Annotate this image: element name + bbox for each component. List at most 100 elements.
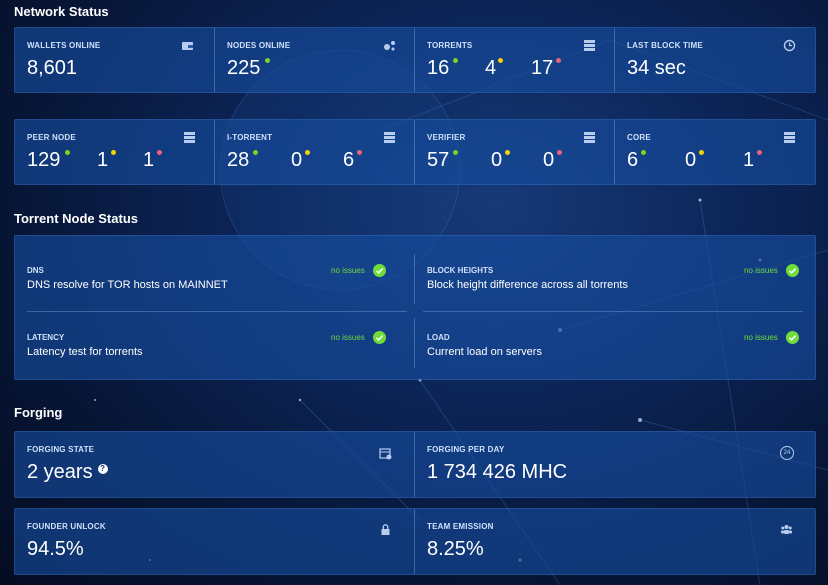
dns-status-text: no issues — [331, 266, 365, 275]
team-emission-card: TEAM EMISSION 8.25% — [414, 509, 815, 574]
founder-unlock-label: FOUNDER UNLOCK — [27, 522, 106, 531]
torrent-node-status-title: Torrent Node Status — [14, 211, 138, 226]
network-stats-panel: WALLETS ONLINE 8,601 NODES ONLINE 225 TO… — [14, 27, 816, 93]
core-red-value: 1 — [743, 149, 755, 171]
server-icon — [584, 132, 595, 143]
founder-unlock-value: 94.5% — [27, 538, 84, 560]
wallets-online-card: WALLETS ONLINE 8,601 — [15, 28, 214, 92]
green-dot-icon — [265, 58, 270, 63]
torrents-green-value: 16 — [427, 57, 450, 79]
latency-description: Latency test for torrents — [27, 346, 143, 358]
last-block-card: LAST BLOCK TIME 34 sec — [614, 28, 815, 92]
forging-per-day-value: 1 734 426 MHC — [427, 461, 568, 483]
forging-panel: FORGING STATE 2 years? FORGING PER DAY 1… — [14, 431, 816, 498]
itorrent-green-value: 28 — [227, 149, 250, 171]
i-torrent-card: I-TORRENT 28 0 6 — [214, 120, 415, 184]
load-label: LOAD — [427, 333, 450, 342]
i-torrent-label: I-TORRENT — [227, 133, 273, 142]
torrents-card: TORRENTS 16 4 17 — [414, 28, 615, 92]
torrents-label: TORRENTS — [427, 41, 473, 50]
team-emission-label: TEAM EMISSION — [427, 522, 494, 531]
founder-unlock-card: FOUNDER UNLOCK 94.5% — [15, 509, 414, 574]
green-dot-icon — [453, 58, 458, 63]
node-types-panel: PEER NODE 129 1 1 I-TORRENT 28 0 6 VERIF… — [14, 119, 816, 185]
block-heights-description: Block height difference across all torre… — [427, 279, 628, 291]
calendar-icon — [379, 448, 392, 460]
red-dot-icon — [757, 150, 762, 155]
torrents-yellow-value: 4 — [485, 57, 497, 79]
check-circle-icon — [786, 331, 799, 344]
server-icon — [384, 132, 395, 143]
wallets-online-label: WALLETS ONLINE — [27, 41, 101, 50]
itorrent-yellow-value: 0 — [291, 149, 303, 171]
verifier-red-value: 0 — [543, 149, 555, 171]
divider — [414, 318, 415, 368]
24-hours-icon: 24 — [780, 446, 794, 460]
torrent-status-panel: DNS DNS resolve for TOR hosts on MAINNET… — [14, 235, 816, 380]
dns-description: DNS resolve for TOR hosts on MAINNET — [27, 279, 228, 291]
red-dot-icon — [556, 58, 561, 63]
load-status-text: no issues — [744, 333, 778, 342]
core-yellow-value: 0 — [685, 149, 697, 171]
yellow-dot-icon — [305, 150, 310, 155]
server-icon — [584, 40, 595, 51]
verifier-label: VERIFIER — [427, 133, 466, 142]
peer-green-value: 129 — [27, 149, 61, 171]
lock-icon — [381, 524, 390, 535]
forging-state-value: 2 years — [27, 461, 93, 483]
divider — [27, 311, 407, 312]
load-description: Current load on servers — [427, 346, 542, 358]
peer-red-value: 1 — [143, 149, 155, 171]
nodes-icon — [384, 41, 395, 51]
team-icon — [781, 525, 792, 534]
latency-label: LATENCY — [27, 333, 65, 342]
red-dot-icon — [157, 150, 162, 155]
core-label: CORE — [627, 133, 651, 142]
green-dot-icon — [453, 150, 458, 155]
peer-yellow-value: 1 — [97, 149, 109, 171]
wallet-icon — [182, 42, 193, 50]
forging-per-day-label: FORGING PER DAY — [427, 445, 505, 454]
help-icon[interactable]: ? — [97, 464, 108, 474]
torrents-red-value: 17 — [531, 57, 554, 79]
yellow-dot-icon — [505, 150, 510, 155]
verifier-card: VERIFIER 57 0 0 — [414, 120, 615, 184]
peer-node-label: PEER NODE — [27, 133, 76, 142]
network-status-title: Network Status — [14, 4, 109, 19]
block-heights-label: BLOCK HEIGHTS — [427, 266, 494, 275]
check-circle-icon — [373, 264, 386, 277]
divider — [423, 311, 803, 312]
server-icon — [784, 132, 795, 143]
verifier-green-value: 57 — [427, 149, 450, 171]
nodes-online-value: 225 — [227, 57, 261, 79]
nodes-online-label: NODES ONLINE — [227, 41, 291, 50]
nodes-online-card: NODES ONLINE 225 — [214, 28, 415, 92]
forging-state-row: 2 years? — [27, 461, 108, 484]
verifier-yellow-value: 0 — [491, 149, 503, 171]
core-green-value: 6 — [627, 149, 639, 171]
yellow-dot-icon — [699, 150, 704, 155]
forging-per-day-card: FORGING PER DAY 1 734 426 MHC 24 — [414, 432, 815, 497]
itorrent-red-value: 6 — [343, 149, 355, 171]
latency-status-text: no issues — [331, 333, 365, 342]
last-block-label: LAST BLOCK TIME — [627, 41, 703, 50]
peer-node-card: PEER NODE 129 1 1 — [15, 120, 214, 184]
yellow-dot-icon — [498, 58, 503, 63]
clock-icon — [783, 39, 796, 52]
wallets-online-value: 8,601 — [27, 57, 78, 79]
core-card: CORE 6 0 1 — [614, 120, 815, 184]
block-heights-status-text: no issues — [744, 266, 778, 275]
divider — [414, 254, 415, 304]
last-block-value: 34 sec — [627, 57, 686, 79]
team-emission-value: 8.25% — [427, 538, 484, 560]
check-circle-icon — [786, 264, 799, 277]
yellow-dot-icon — [111, 150, 116, 155]
green-dot-icon — [65, 150, 70, 155]
dns-label: DNS — [27, 266, 44, 275]
red-dot-icon — [557, 150, 562, 155]
green-dot-icon — [641, 150, 646, 155]
server-icon — [184, 132, 195, 143]
check-circle-icon — [373, 331, 386, 344]
red-dot-icon — [357, 150, 362, 155]
forging-state-label: FORGING STATE — [27, 445, 95, 454]
